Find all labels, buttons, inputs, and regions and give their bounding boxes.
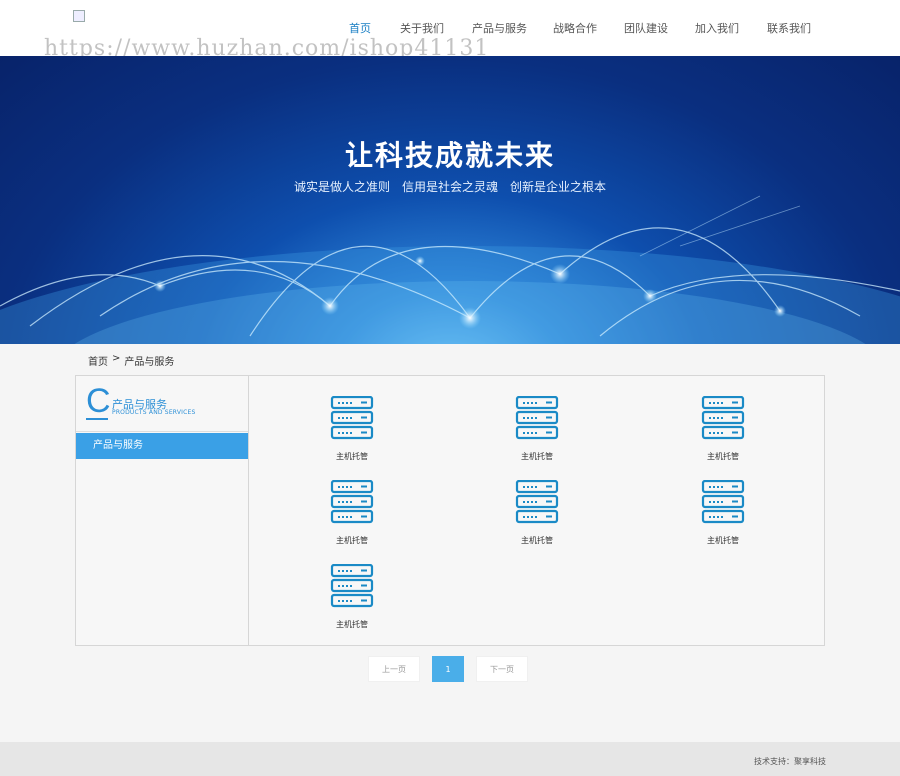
hero-banner: 让科技成就未来 诚实是做人之准则 信用是社会之灵魂 创新是企业之根本 (0, 56, 900, 344)
breadcrumb: 首页 > 产品与服务 (88, 353, 174, 368)
product-label: 主机托管 (707, 452, 739, 461)
logo-image[interactable] (73, 10, 85, 22)
product-card[interactable]: 主机托管 (302, 396, 402, 466)
product-card[interactable]: 主机托管 (302, 564, 402, 634)
product-label: 主机托管 (521, 536, 553, 545)
footer-tech-support: 技术支持：聚享科技 (754, 757, 826, 766)
sidebar: C 产品与服务 PRODUCTS AND SERVICES 产品与服务 (76, 376, 249, 645)
nav-item-partners[interactable]: 战略合作 (553, 20, 624, 36)
product-label: 主机托管 (707, 536, 739, 545)
nav-item-home[interactable]: 首页 (349, 20, 400, 36)
server-icon (701, 480, 745, 524)
page-number-current[interactable]: 1 (432, 656, 464, 682)
site-footer: 技术支持：聚享科技 (0, 742, 900, 776)
server-icon (701, 396, 745, 440)
banner-subtitle: 诚实是做人之准则 信用是社会之灵魂 创新是企业之根本 (293, 180, 606, 194)
server-icon (330, 480, 374, 524)
product-label: 主机托管 (521, 452, 553, 461)
main-nav: 首页 关于我们 产品与服务 战略合作 团队建设 加入我们 联系我们 (349, 20, 811, 36)
breadcrumb-home[interactable]: 首页 (88, 353, 108, 368)
nav-item-join[interactable]: 加入我们 (695, 20, 767, 36)
product-card[interactable]: 主机托管 (673, 480, 773, 550)
product-card[interactable]: 主机托管 (302, 480, 402, 550)
server-icon (330, 564, 374, 608)
product-card[interactable]: 主机托管 (487, 396, 587, 466)
sidebar-letter-logo: C (86, 382, 111, 420)
server-icon (515, 396, 559, 440)
nav-item-contact[interactable]: 联系我们 (767, 20, 811, 36)
globe-lines-graphic (0, 195, 900, 344)
product-card[interactable]: 主机托管 (487, 480, 587, 550)
sidebar-subtitle-en: PRODUCTS AND SERVICES (112, 409, 196, 416)
product-label: 主机托管 (336, 452, 368, 461)
content-panel: C 产品与服务 PRODUCTS AND SERVICES 产品与服务 主机托管… (75, 375, 825, 646)
next-page-button[interactable]: 下一页 (476, 656, 528, 682)
product-grid: 主机托管 主机托管 主机托管 主机托管 主机托管 主机托管 主机托管 (250, 376, 824, 645)
banner-title: 让科技成就未来 (344, 139, 555, 172)
product-label: 主机托管 (336, 620, 368, 629)
sidebar-header: C 产品与服务 PRODUCTS AND SERVICES (76, 376, 248, 432)
prev-page-button[interactable]: 上一页 (368, 656, 420, 682)
server-icon (330, 396, 374, 440)
nav-item-about[interactable]: 关于我们 (400, 20, 472, 36)
sidebar-letter-underline (86, 418, 108, 420)
sidebar-item-products[interactable]: 产品与服务 (76, 433, 248, 459)
pagination: 上一页 1 下一页 (368, 656, 528, 682)
product-card[interactable]: 主机托管 (673, 396, 773, 466)
server-icon (515, 480, 559, 524)
breadcrumb-current: 产品与服务 (124, 357, 175, 368)
nav-item-products[interactable]: 产品与服务 (472, 20, 553, 36)
product-label: 主机托管 (336, 536, 368, 545)
nav-item-team[interactable]: 团队建设 (624, 20, 695, 36)
site-header: https://www.huzhan.com/ishop41131 首页 关于我… (0, 0, 900, 61)
breadcrumb-separator: > (112, 353, 121, 364)
